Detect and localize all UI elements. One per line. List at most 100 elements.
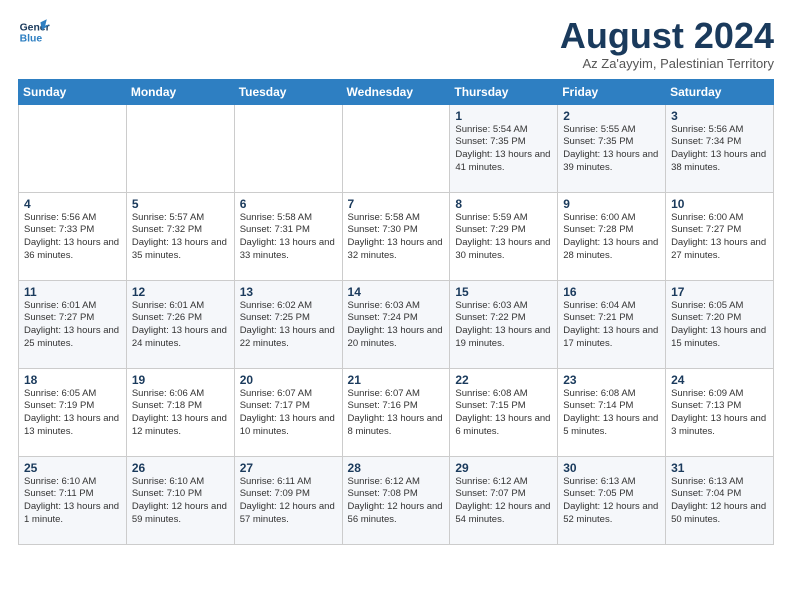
- day-header-friday: Friday: [558, 79, 666, 104]
- cell-info: Sunrise: 6:12 AM Sunset: 7:07 PM Dayligh…: [455, 476, 553, 527]
- calendar-cell: 7Sunrise: 5:58 AM Sunset: 7:30 PM Daylig…: [342, 192, 450, 280]
- cell-info: Sunrise: 6:08 AM Sunset: 7:14 PM Dayligh…: [563, 388, 661, 439]
- cell-info: Sunrise: 6:03 AM Sunset: 7:24 PM Dayligh…: [348, 300, 446, 351]
- calendar-cell: 31Sunrise: 6:13 AM Sunset: 7:04 PM Dayli…: [666, 456, 774, 544]
- day-header-saturday: Saturday: [666, 79, 774, 104]
- calendar-cell: [126, 104, 234, 192]
- cell-info: Sunrise: 6:07 AM Sunset: 7:16 PM Dayligh…: [348, 388, 446, 439]
- calendar-cell: 19Sunrise: 6:06 AM Sunset: 7:18 PM Dayli…: [126, 368, 234, 456]
- calendar-cell: 29Sunrise: 6:12 AM Sunset: 7:07 PM Dayli…: [450, 456, 558, 544]
- calendar-cell: 30Sunrise: 6:13 AM Sunset: 7:05 PM Dayli…: [558, 456, 666, 544]
- cell-info: Sunrise: 6:10 AM Sunset: 7:10 PM Dayligh…: [132, 476, 230, 527]
- cell-date: 8: [455, 197, 553, 211]
- calendar-cell: 12Sunrise: 6:01 AM Sunset: 7:26 PM Dayli…: [126, 280, 234, 368]
- cell-info: Sunrise: 6:00 AM Sunset: 7:27 PM Dayligh…: [671, 212, 769, 263]
- calendar-cell: 18Sunrise: 6:05 AM Sunset: 7:19 PM Dayli…: [19, 368, 127, 456]
- cell-date: 29: [455, 461, 553, 475]
- cell-date: 12: [132, 285, 230, 299]
- cell-date: 28: [348, 461, 446, 475]
- cell-date: 31: [671, 461, 769, 475]
- calendar-cell: 26Sunrise: 6:10 AM Sunset: 7:10 PM Dayli…: [126, 456, 234, 544]
- cell-date: 6: [240, 197, 338, 211]
- location: Az Za'ayyim, Palestinian Territory: [560, 56, 774, 71]
- cell-date: 25: [24, 461, 122, 475]
- cell-date: 15: [455, 285, 553, 299]
- cell-date: 19: [132, 373, 230, 387]
- calendar-cell: 3Sunrise: 5:56 AM Sunset: 7:34 PM Daylig…: [666, 104, 774, 192]
- cell-date: 10: [671, 197, 769, 211]
- calendar-cell: 4Sunrise: 5:56 AM Sunset: 7:33 PM Daylig…: [19, 192, 127, 280]
- calendar-body: 1Sunrise: 5:54 AM Sunset: 7:35 PM Daylig…: [19, 104, 774, 544]
- cell-date: 17: [671, 285, 769, 299]
- cell-date: 23: [563, 373, 661, 387]
- header: General Blue August 2024 Az Za'ayyim, Pa…: [18, 16, 774, 71]
- calendar-cell: 24Sunrise: 6:09 AM Sunset: 7:13 PM Dayli…: [666, 368, 774, 456]
- cell-info: Sunrise: 6:11 AM Sunset: 7:09 PM Dayligh…: [240, 476, 338, 527]
- cell-info: Sunrise: 5:58 AM Sunset: 7:31 PM Dayligh…: [240, 212, 338, 263]
- calendar-cell: 23Sunrise: 6:08 AM Sunset: 7:14 PM Dayli…: [558, 368, 666, 456]
- cell-date: 7: [348, 197, 446, 211]
- cell-date: 5: [132, 197, 230, 211]
- calendar-cell: 21Sunrise: 6:07 AM Sunset: 7:16 PM Dayli…: [342, 368, 450, 456]
- cell-info: Sunrise: 6:09 AM Sunset: 7:13 PM Dayligh…: [671, 388, 769, 439]
- calendar-cell: 25Sunrise: 6:10 AM Sunset: 7:11 PM Dayli…: [19, 456, 127, 544]
- cell-info: Sunrise: 6:02 AM Sunset: 7:25 PM Dayligh…: [240, 300, 338, 351]
- calendar-cell: 10Sunrise: 6:00 AM Sunset: 7:27 PM Dayli…: [666, 192, 774, 280]
- calendar-cell: 20Sunrise: 6:07 AM Sunset: 7:17 PM Dayli…: [234, 368, 342, 456]
- cell-info: Sunrise: 5:57 AM Sunset: 7:32 PM Dayligh…: [132, 212, 230, 263]
- calendar-cell: 8Sunrise: 5:59 AM Sunset: 7:29 PM Daylig…: [450, 192, 558, 280]
- week-row-4: 18Sunrise: 6:05 AM Sunset: 7:19 PM Dayli…: [19, 368, 774, 456]
- cell-date: 18: [24, 373, 122, 387]
- svg-text:Blue: Blue: [20, 34, 43, 45]
- cell-info: Sunrise: 6:12 AM Sunset: 7:08 PM Dayligh…: [348, 476, 446, 527]
- calendar-cell: 5Sunrise: 5:57 AM Sunset: 7:32 PM Daylig…: [126, 192, 234, 280]
- day-header-thursday: Thursday: [450, 79, 558, 104]
- calendar-table: SundayMondayTuesdayWednesdayThursdayFrid…: [18, 79, 774, 545]
- day-header-sunday: Sunday: [19, 79, 127, 104]
- cell-date: 21: [348, 373, 446, 387]
- calendar-cell: 1Sunrise: 5:54 AM Sunset: 7:35 PM Daylig…: [450, 104, 558, 192]
- cell-date: 14: [348, 285, 446, 299]
- cell-info: Sunrise: 6:05 AM Sunset: 7:20 PM Dayligh…: [671, 300, 769, 351]
- calendar-cell: 17Sunrise: 6:05 AM Sunset: 7:20 PM Dayli…: [666, 280, 774, 368]
- cell-info: Sunrise: 6:01 AM Sunset: 7:26 PM Dayligh…: [132, 300, 230, 351]
- calendar-cell: 16Sunrise: 6:04 AM Sunset: 7:21 PM Dayli…: [558, 280, 666, 368]
- calendar-cell: 27Sunrise: 6:11 AM Sunset: 7:09 PM Dayli…: [234, 456, 342, 544]
- day-header-monday: Monday: [126, 79, 234, 104]
- calendar-page: General Blue August 2024 Az Za'ayyim, Pa…: [0, 0, 792, 612]
- cell-info: Sunrise: 5:54 AM Sunset: 7:35 PM Dayligh…: [455, 124, 553, 175]
- cell-date: 2: [563, 109, 661, 123]
- week-row-3: 11Sunrise: 6:01 AM Sunset: 7:27 PM Dayli…: [19, 280, 774, 368]
- cell-date: 1: [455, 109, 553, 123]
- cell-info: Sunrise: 5:59 AM Sunset: 7:29 PM Dayligh…: [455, 212, 553, 263]
- calendar-header: SundayMondayTuesdayWednesdayThursdayFrid…: [19, 79, 774, 104]
- calendar-cell: [19, 104, 127, 192]
- cell-date: 13: [240, 285, 338, 299]
- title-area: August 2024 Az Za'ayyim, Palestinian Ter…: [560, 16, 774, 71]
- cell-date: 20: [240, 373, 338, 387]
- cell-info: Sunrise: 6:08 AM Sunset: 7:15 PM Dayligh…: [455, 388, 553, 439]
- cell-info: Sunrise: 5:56 AM Sunset: 7:33 PM Dayligh…: [24, 212, 122, 263]
- calendar-cell: 22Sunrise: 6:08 AM Sunset: 7:15 PM Dayli…: [450, 368, 558, 456]
- cell-info: Sunrise: 6:03 AM Sunset: 7:22 PM Dayligh…: [455, 300, 553, 351]
- calendar-cell: 14Sunrise: 6:03 AM Sunset: 7:24 PM Dayli…: [342, 280, 450, 368]
- cell-date: 24: [671, 373, 769, 387]
- day-header-wednesday: Wednesday: [342, 79, 450, 104]
- cell-date: 26: [132, 461, 230, 475]
- cell-date: 16: [563, 285, 661, 299]
- cell-info: Sunrise: 6:04 AM Sunset: 7:21 PM Dayligh…: [563, 300, 661, 351]
- cell-info: Sunrise: 6:06 AM Sunset: 7:18 PM Dayligh…: [132, 388, 230, 439]
- cell-date: 30: [563, 461, 661, 475]
- calendar-cell: 6Sunrise: 5:58 AM Sunset: 7:31 PM Daylig…: [234, 192, 342, 280]
- cell-date: 9: [563, 197, 661, 211]
- month-title: August 2024: [560, 16, 774, 56]
- cell-info: Sunrise: 6:00 AM Sunset: 7:28 PM Dayligh…: [563, 212, 661, 263]
- calendar-cell: 11Sunrise: 6:01 AM Sunset: 7:27 PM Dayli…: [19, 280, 127, 368]
- calendar-cell: [342, 104, 450, 192]
- cell-info: Sunrise: 6:13 AM Sunset: 7:04 PM Dayligh…: [671, 476, 769, 527]
- calendar-cell: 2Sunrise: 5:55 AM Sunset: 7:35 PM Daylig…: [558, 104, 666, 192]
- calendar-cell: 9Sunrise: 6:00 AM Sunset: 7:28 PM Daylig…: [558, 192, 666, 280]
- cell-date: 3: [671, 109, 769, 123]
- cell-info: Sunrise: 6:13 AM Sunset: 7:05 PM Dayligh…: [563, 476, 661, 527]
- cell-date: 22: [455, 373, 553, 387]
